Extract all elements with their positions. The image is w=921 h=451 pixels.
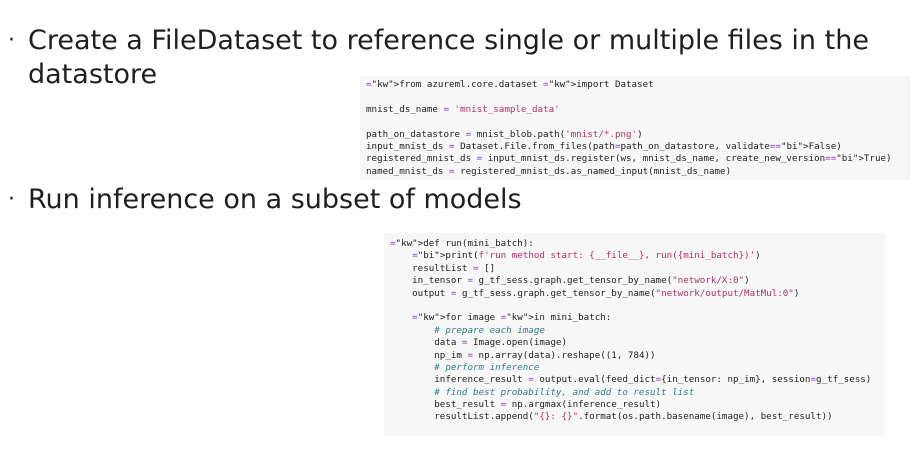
code-block-dataset: ="kw">from azureml.core.dataset ="kw">im… xyxy=(360,76,910,180)
bullet-text-line1: Run inference on a subset of models xyxy=(28,184,522,215)
code-line: resultList = [] xyxy=(390,262,496,274)
bullet-dot: · xyxy=(8,187,15,212)
code-line: in_tensor = g_tf_sess.graph.get_tensor_b… xyxy=(390,275,750,287)
code-line: ="kw">def run(mini_batch): xyxy=(390,238,534,249)
bullet-text-line1: Create a FileDataset to reference single… xyxy=(28,25,869,56)
code-line: resultList.append("{}: {}".format(os.pat… xyxy=(390,411,833,423)
code-line: # perform inference xyxy=(434,361,540,373)
code-line: # prepare each image xyxy=(434,324,545,336)
code-line: named_mnist_ds = registered_mnist_ds.as_… xyxy=(366,165,732,177)
code-line: ="kw">for image ="kw">in mini_batch: xyxy=(412,312,612,324)
code-line: path_on_datastore = mnist_blob.path('mni… xyxy=(366,128,643,140)
code-line: np_im = np.array(data).reshape((1, 784)) xyxy=(390,349,656,361)
code-line: # find best probability, and add to resu… xyxy=(434,386,695,398)
code-line: output = g_tf_sess.graph.get_tensor_by_n… xyxy=(390,287,800,299)
code-line: mnist_ds_name = 'mnist_sample_data' xyxy=(366,103,560,115)
bullet-run-inference: · Run inference on a subset of models xyxy=(8,183,522,217)
code-block-run-function: ="kw">def run(mini_batch): ="bi">print(f… xyxy=(384,233,885,436)
code-line: input_mnist_ds = Dataset.File.from_files… xyxy=(366,140,842,152)
code-line: ="bi">print(f'run method start: {__file_… xyxy=(412,250,761,262)
code-line: registered_mnist_ds = input_mnist_ds.reg… xyxy=(366,153,892,165)
bullet-dot: · xyxy=(8,28,15,53)
code-line: best_result = np.argmax(inference_result… xyxy=(390,399,662,411)
code-line: data = Image.open(image) xyxy=(390,337,568,349)
code-line: inference_result = output.eval(feed_dict… xyxy=(390,374,872,386)
code-line: ="kw">from azureml.core.dataset ="kw">im… xyxy=(366,79,654,90)
